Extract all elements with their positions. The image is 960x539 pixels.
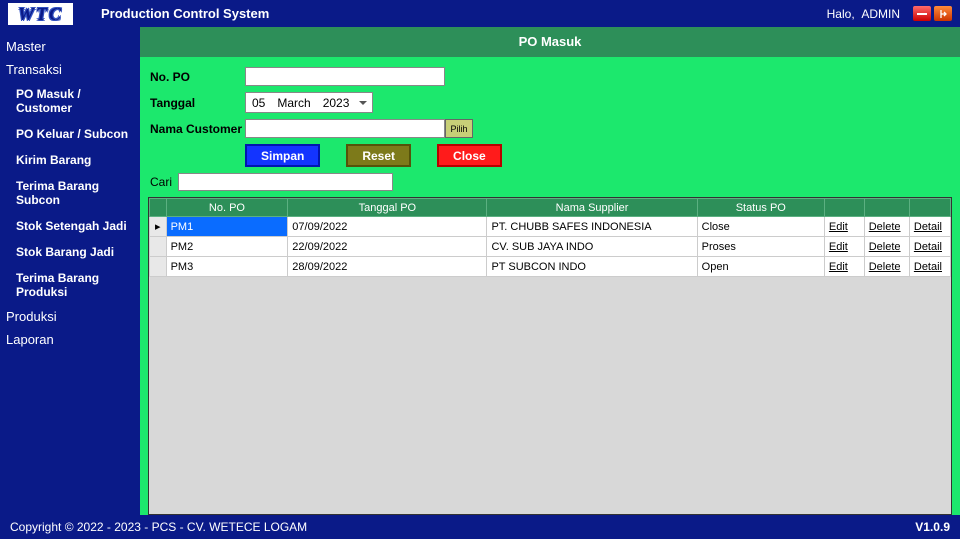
row-marker <box>150 237 167 257</box>
delete-link[interactable]: Delete <box>864 257 909 277</box>
table-row[interactable]: PM328/09/2022PT SUBCON INDOOpenEditDelet… <box>150 257 951 277</box>
cell-supplier[interactable]: CV. SUB JAYA INDO <box>487 237 697 257</box>
date-day: 05 <box>252 96 265 110</box>
logo: WTC <box>8 3 73 25</box>
cell-no-po[interactable]: PM1 <box>166 217 288 237</box>
label-no-po: No. PO <box>150 70 245 84</box>
col-tanggal[interactable]: Tanggal PO <box>288 199 487 217</box>
nav-terima-barang-produksi[interactable]: Terima Barang Produksi <box>0 265 140 305</box>
top-bar: WTC Production Control System Halo, ADMI… <box>0 0 960 27</box>
row-marker <box>150 257 167 277</box>
label-customer: Nama Customer <box>150 122 245 136</box>
footer: Copyright © 2022 - 2023 - PCS - CV. WETE… <box>0 515 960 539</box>
row-marker: ▸ <box>150 217 167 237</box>
cell-supplier[interactable]: PT. CHUBB SAFES INDONESIA <box>487 217 697 237</box>
cell-supplier[interactable]: PT SUBCON INDO <box>487 257 697 277</box>
label-cari: Cari <box>150 175 178 189</box>
close-button[interactable]: Close <box>437 144 502 167</box>
input-customer[interactable] <box>245 119 445 138</box>
cell-status[interactable]: Open <box>697 257 824 277</box>
edit-link[interactable]: Edit <box>824 237 864 257</box>
table-row[interactable]: ▸PM107/09/2022PT. CHUBB SAFES INDONESIAC… <box>150 217 951 237</box>
reset-button[interactable]: Reset <box>346 144 411 167</box>
data-grid: No. PO Tanggal PO Nama Supplier Status P… <box>148 197 952 515</box>
col-marker <box>150 199 167 217</box>
grid-header-row: No. PO Tanggal PO Nama Supplier Status P… <box>150 199 951 217</box>
logout-button[interactable] <box>934 6 952 21</box>
footer-version: V1.0.9 <box>915 520 950 534</box>
nav-po-keluar[interactable]: PO Keluar / Subcon <box>0 121 140 147</box>
date-month: March <box>277 96 310 110</box>
table-row[interactable]: PM222/09/2022CV. SUB JAYA INDOProsesEdit… <box>150 237 951 257</box>
nav-stok-setengah-jadi[interactable]: Stok Setengah Jadi <box>0 213 140 239</box>
cell-no-po[interactable]: PM3 <box>166 257 288 277</box>
nav-stok-barang-jadi[interactable]: Stok Barang Jadi <box>0 239 140 265</box>
nav-laporan[interactable]: Laporan <box>0 328 140 351</box>
detail-link[interactable]: Detail <box>909 237 950 257</box>
page-title: PO Masuk <box>140 27 960 57</box>
footer-copyright: Copyright © 2022 - 2023 - PCS - CV. WETE… <box>10 520 307 534</box>
nav-master[interactable]: Master <box>0 35 140 58</box>
nav-kirim-barang[interactable]: Kirim Barang <box>0 147 140 173</box>
input-no-po[interactable] <box>245 67 445 86</box>
label-tanggal: Tanggal <box>150 96 245 110</box>
col-no-po[interactable]: No. PO <box>166 199 288 217</box>
simpan-button[interactable]: Simpan <box>245 144 320 167</box>
delete-link[interactable]: Delete <box>864 237 909 257</box>
col-edit <box>824 199 864 217</box>
cell-tanggal[interactable]: 22/09/2022 <box>288 237 487 257</box>
date-year: 2023 <box>323 96 350 110</box>
cell-status[interactable]: Close <box>697 217 824 237</box>
nav-produksi[interactable]: Produksi <box>0 305 140 328</box>
detail-link[interactable]: Detail <box>909 217 950 237</box>
pilih-button[interactable]: Pilih <box>445 119 473 138</box>
form-area: No. PO Tanggal 05 March 2023 Nama Custom… <box>140 57 960 173</box>
minimize-button[interactable] <box>913 6 931 21</box>
cell-status[interactable]: Proses <box>697 237 824 257</box>
col-supplier[interactable]: Nama Supplier <box>487 199 697 217</box>
delete-link[interactable]: Delete <box>864 217 909 237</box>
cell-no-po[interactable]: PM2 <box>166 237 288 257</box>
sidebar: Master Transaksi PO Masuk / Customer PO … <box>0 27 140 515</box>
app-title: Production Control System <box>101 6 269 21</box>
col-detail <box>909 199 950 217</box>
greeting: Halo, ADMIN <box>827 7 900 21</box>
date-picker[interactable]: 05 March 2023 <box>245 92 373 113</box>
search-input[interactable] <box>178 173 393 191</box>
main-panel: PO Masuk No. PO Tanggal 05 March 2023 Na… <box>140 27 960 515</box>
edit-link[interactable]: Edit <box>824 217 864 237</box>
nav-po-masuk[interactable]: PO Masuk / Customer <box>0 81 140 121</box>
nav-terima-barang-subcon[interactable]: Terima Barang Subcon <box>0 173 140 213</box>
cell-tanggal[interactable]: 28/09/2022 <box>288 257 487 277</box>
col-status[interactable]: Status PO <box>697 199 824 217</box>
edit-link[interactable]: Edit <box>824 257 864 277</box>
nav-transaksi[interactable]: Transaksi <box>0 58 140 81</box>
detail-link[interactable]: Detail <box>909 257 950 277</box>
col-delete <box>864 199 909 217</box>
cell-tanggal[interactable]: 07/09/2022 <box>288 217 487 237</box>
